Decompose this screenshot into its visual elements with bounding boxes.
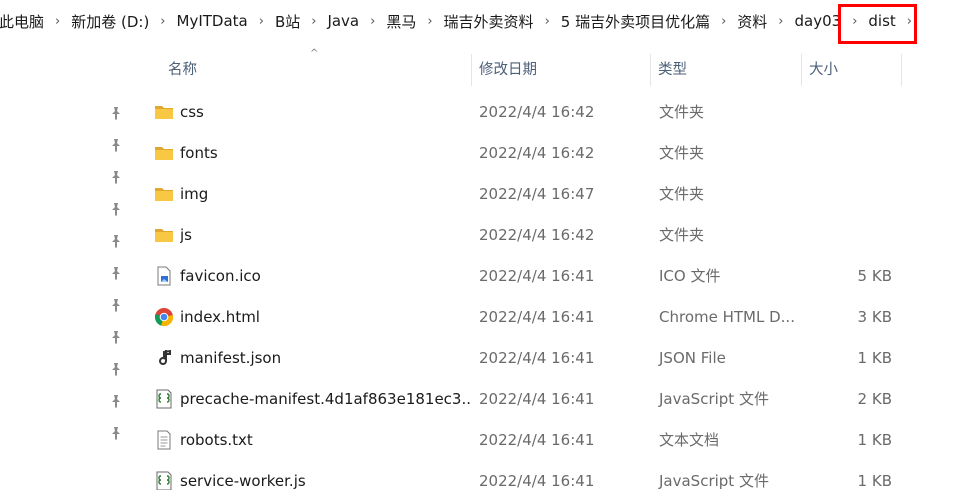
- file-name: index.html: [180, 308, 260, 326]
- pin-icon[interactable]: [109, 426, 123, 440]
- file-size: 1 KB: [857, 472, 892, 490]
- breadcrumb-item-heima[interactable]: 黑马: [382, 11, 420, 32]
- file-name: fonts: [180, 144, 218, 162]
- file-type: 文件夹: [659, 226, 705, 244]
- column-header-size[interactable]: 大小: [809, 52, 838, 88]
- folder-icon: [155, 147, 173, 160]
- pin-icon[interactable]: [109, 266, 123, 280]
- list-item[interactable]: fonts 2022/4/4 16:42 文件夹: [130, 133, 905, 174]
- file-date: 2022/4/4 16:42: [479, 144, 595, 162]
- script-file-icon: [156, 389, 172, 409]
- column-divider[interactable]: [801, 54, 802, 86]
- file-size: 5 KB: [857, 267, 892, 285]
- file-date: 2022/4/4 16:47: [479, 185, 595, 203]
- file-type: ICO 文件: [659, 267, 721, 285]
- breadcrumb-item-optimization[interactable]: 5 瑞吉外卖项目优化篇: [557, 11, 714, 32]
- breadcrumb-item-this-pc[interactable]: 此电脑: [0, 11, 48, 32]
- file-date: 2022/4/4 16:41: [479, 472, 595, 490]
- column-header-name[interactable]: 名称: [168, 52, 197, 88]
- file-date: 2022/4/4 16:41: [479, 431, 595, 449]
- column-header-date[interactable]: 修改日期: [479, 52, 537, 88]
- pin-icon[interactable]: [109, 330, 123, 344]
- json-file-icon: [159, 349, 171, 365]
- file-type: 文件夹: [659, 144, 705, 162]
- chevron-right-icon[interactable]: ›: [538, 14, 557, 29]
- chevron-right-icon[interactable]: ›: [252, 14, 271, 29]
- file-type: 文件夹: [659, 185, 705, 203]
- column-divider[interactable]: [471, 54, 472, 86]
- chevron-right-icon[interactable]: ›: [153, 14, 172, 29]
- file-date: 2022/4/4 16:41: [479, 349, 595, 367]
- list-item[interactable]: manifest.json 2022/4/4 16:41 JSON File 1…: [130, 338, 905, 379]
- chevron-right-icon[interactable]: ›: [714, 14, 733, 29]
- list-item[interactable]: favicon.ico 2022/4/4 16:41 ICO 文件 5 KB: [130, 256, 905, 297]
- highlight-box: [838, 4, 917, 44]
- file-size: 1 KB: [857, 349, 892, 367]
- pin-icon[interactable]: [109, 394, 123, 408]
- chevron-right-icon[interactable]: ›: [304, 14, 323, 29]
- list-item[interactable]: precache-manifest.4d1af863e181ec3... 202…: [130, 379, 905, 420]
- file-name: js: [180, 226, 192, 244]
- breadcrumb-item-java[interactable]: Java: [323, 12, 363, 30]
- breadcrumb-item-bzhan[interactable]: B站: [271, 11, 304, 32]
- file-date: 2022/4/4 16:41: [479, 267, 595, 285]
- folder-icon: [155, 106, 173, 119]
- pin-icon[interactable]: [109, 298, 123, 312]
- breadcrumb: 此电脑 › 新加卷 (D:) › MyITData › B站 › Java › …: [0, 0, 972, 42]
- breadcrumb-item-reggie-materials[interactable]: 瑞吉外卖资料: [440, 11, 538, 32]
- pin-icon[interactable]: [109, 234, 123, 248]
- folder-icon: [155, 229, 173, 242]
- chrome-icon: [154, 308, 174, 327]
- file-date: 2022/4/4 16:41: [479, 390, 595, 408]
- breadcrumb-item-day03[interactable]: day03: [791, 12, 846, 30]
- file-date: 2022/4/4 16:42: [479, 226, 595, 244]
- file-size: 3 KB: [857, 308, 892, 326]
- list-item[interactable]: img 2022/4/4 16:47 文件夹: [130, 174, 905, 215]
- column-header: ^ 名称 修改日期 类型 大小: [130, 48, 972, 88]
- file-type: 文件夹: [659, 103, 705, 121]
- file-date: 2022/4/4 16:41: [479, 308, 595, 326]
- file-type: JSON File: [659, 349, 726, 367]
- list-item[interactable]: js 2022/4/4 16:42 文件夹: [130, 215, 905, 256]
- column-divider[interactable]: [650, 54, 651, 86]
- breadcrumb-item-myitdata[interactable]: MyITData: [173, 12, 252, 30]
- chevron-right-icon[interactable]: ›: [771, 14, 790, 29]
- file-type: JavaScript 文件: [659, 472, 769, 490]
- breadcrumb-item-materials[interactable]: 资料: [733, 11, 771, 32]
- list-item[interactable]: css 2022/4/4 16:42 文件夹: [130, 92, 905, 133]
- file-name: service-worker.js: [180, 472, 306, 490]
- sort-ascending-icon[interactable]: ^: [310, 48, 318, 59]
- list-item[interactable]: service-worker.js 2022/4/4 16:41 JavaScr…: [130, 461, 905, 490]
- folder-icon: [155, 188, 173, 201]
- file-name: css: [180, 103, 204, 121]
- chevron-right-icon[interactable]: ›: [48, 14, 67, 29]
- pin-icon[interactable]: [109, 202, 123, 216]
- file-name: robots.txt: [180, 431, 253, 449]
- pin-icon[interactable]: [109, 170, 123, 184]
- text-file-icon: [157, 430, 171, 450]
- breadcrumb-item-drive[interactable]: 新加卷 (D:): [67, 11, 153, 32]
- chevron-right-icon[interactable]: ›: [420, 14, 439, 29]
- image-file-icon: [157, 266, 171, 286]
- file-size: 2 KB: [857, 390, 892, 408]
- file-name: img: [180, 185, 209, 203]
- file-date: 2022/4/4 16:42: [479, 103, 595, 121]
- list-item[interactable]: robots.txt 2022/4/4 16:41 文本文档 1 KB: [130, 420, 905, 461]
- pin-icon[interactable]: [109, 362, 123, 376]
- chevron-right-icon[interactable]: ›: [363, 14, 382, 29]
- file-explorer: 此电脑 › 新加卷 (D:) › MyITData › B站 › Java › …: [0, 0, 972, 490]
- file-type: 文本文档: [659, 431, 720, 449]
- file-name: precache-manifest.4d1af863e181ec3...: [180, 390, 470, 408]
- file-size: 1 KB: [857, 431, 892, 449]
- column-divider[interactable]: [901, 54, 902, 86]
- pin-icon[interactable]: [109, 106, 123, 120]
- list-item[interactable]: index.html 2022/4/4 16:41 Chrome HTML D.…: [130, 297, 905, 338]
- file-type: JavaScript 文件: [659, 390, 769, 408]
- script-file-icon: [156, 471, 172, 490]
- file-type: Chrome HTML D...: [659, 308, 795, 326]
- file-name: manifest.json: [180, 349, 282, 367]
- file-name: favicon.ico: [180, 267, 261, 285]
- pin-icon[interactable]: [109, 138, 123, 152]
- column-header-type[interactable]: 类型: [658, 52, 687, 88]
